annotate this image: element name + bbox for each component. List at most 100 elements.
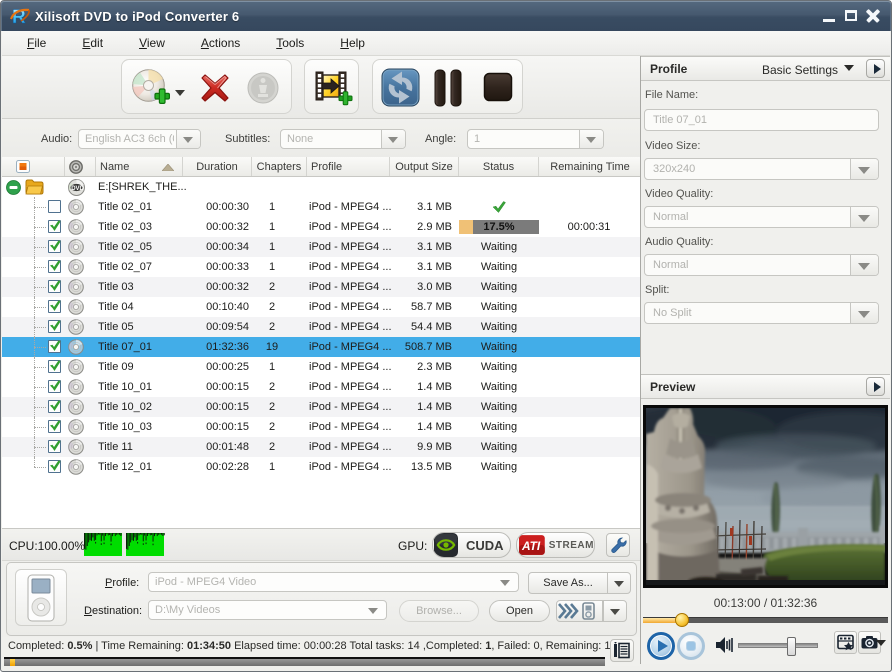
folder-icon <box>25 179 44 195</box>
transfer-dropdown-button[interactable] <box>603 600 627 622</box>
save-as-button[interactable]: Save As... <box>528 572 608 594</box>
column-header-checkbox[interactable] <box>2 157 65 176</box>
row-checkbox-checked[interactable] <box>48 380 61 393</box>
video-size-dropdown-arrow[interactable] <box>850 159 878 179</box>
row-checkbox-checked[interactable] <box>48 340 61 353</box>
device-ipod-button[interactable] <box>15 569 67 626</box>
table-row[interactable]: Title 12_0100:02:281iPod - MPEG4 ...13.5… <box>2 457 640 477</box>
snapshot-manager-button[interactable] <box>834 631 857 654</box>
snapshot-dropdown-arrow[interactable] <box>876 640 886 651</box>
add-video-button[interactable] <box>315 69 353 107</box>
destination-select[interactable]: D:\My Videos <box>148 600 387 620</box>
output-profile-dropdown-arrow[interactable] <box>494 573 518 591</box>
menu-actions[interactable]: Actions <box>191 32 250 54</box>
remove-button[interactable] <box>200 73 230 103</box>
output-profile-select[interactable]: iPod - MPEG4 Video <box>148 572 519 592</box>
row-checkbox-checked[interactable] <box>48 300 61 313</box>
column-header-disc[interactable] <box>65 157 96 176</box>
profile-preset-dropdown[interactable]: Basic Settings <box>762 63 854 77</box>
angle-select[interactable]: 1 <box>467 129 604 149</box>
menu-file[interactable]: File <box>17 32 56 54</box>
table-row[interactable]: Title 02_0700:00:331iPod - MPEG4 ...3.1 … <box>2 257 640 277</box>
ati-logo-icon: ATI <box>519 535 545 555</box>
volume-knob[interactable] <box>787 637 796 656</box>
preview-stop-button[interactable] <box>677 632 705 660</box>
cell-name: Title 09 <box>98 357 182 377</box>
row-checkbox-checked[interactable] <box>48 360 61 373</box>
audio-quality-dropdown-arrow[interactable] <box>850 255 878 275</box>
play-button[interactable] <box>647 632 675 660</box>
column-header-profile[interactable]: Profile <box>307 157 390 176</box>
preview-panel-expand-button[interactable] <box>866 377 885 396</box>
open-button[interactable]: Open <box>489 600 550 622</box>
subtitles-dropdown-arrow[interactable] <box>381 130 405 148</box>
log-button[interactable] <box>610 639 634 662</box>
volume-slider[interactable] <box>738 643 818 648</box>
subtitles-select[interactable]: None <box>280 129 406 149</box>
table-row[interactable]: Title 02_0300:00:321iPod - MPEG4 ...2.9 … <box>2 217 640 237</box>
row-checkbox-checked[interactable] <box>48 320 61 333</box>
column-header-remaining-time[interactable]: Remaining Time <box>539 157 641 176</box>
table-row[interactable]: Title 0500:09:542iPod - MPEG4 ...54.4 MB… <box>2 317 640 337</box>
row-checkbox-checked[interactable] <box>48 440 61 453</box>
row-checkbox-checked[interactable] <box>48 220 61 233</box>
add-dvd-dropdown-arrow[interactable] <box>175 90 185 101</box>
close-button[interactable] <box>866 9 881 23</box>
menu-view[interactable]: View <box>129 32 175 54</box>
save-as-dropdown-button[interactable] <box>607 572 631 594</box>
column-header-status[interactable]: Status <box>459 157 539 176</box>
table-row[interactable]: Title 10_0100:00:152iPod - MPEG4 ...1.4 … <box>2 377 640 397</box>
audio-select[interactable]: English AC3 6ch (0x8 <box>78 129 201 149</box>
column-header-chapters[interactable]: Chapters <box>252 157 307 176</box>
profile-panel-expand-button[interactable] <box>866 59 885 78</box>
convert-button[interactable] <box>381 68 420 107</box>
column-header-output-size[interactable]: Output Size <box>390 157 459 176</box>
table-row[interactable]: Title 0300:00:322iPod - MPEG4 ...3.0 MBW… <box>2 277 640 297</box>
video-quality-dropdown-arrow[interactable] <box>850 207 878 227</box>
table-row[interactable]: Title 0400:10:402iPod - MPEG4 ...58.7 MB… <box>2 297 640 317</box>
table-row[interactable]: Title 07_0101:32:3619iPod - MPEG4 ...508… <box>2 337 640 357</box>
video-size-select[interactable]: 320x240 <box>644 158 879 180</box>
row-checkbox-checked[interactable] <box>48 260 61 273</box>
maximize-button[interactable] <box>844 9 859 23</box>
table-row[interactable]: Title 02_0100:00:301iPod - MPEG4 ...3.1 … <box>2 197 640 217</box>
row-checkbox-checked[interactable] <box>48 460 61 473</box>
menu-tools[interactable]: Tools <box>266 32 314 54</box>
table-row[interactable]: Title 1100:01:482iPod - MPEG4 ...9.9 MBW… <box>2 437 640 457</box>
audio-dropdown-arrow[interactable] <box>176 130 200 148</box>
settings-wrench-button[interactable] <box>606 533 630 557</box>
row-checkbox-checked[interactable] <box>48 280 61 293</box>
column-header-duration[interactable]: Duration <box>183 157 252 176</box>
source-row[interactable]: DVDE:[SHREK_THE... <box>2 177 640 197</box>
menu-edit[interactable]: Edit <box>72 32 113 54</box>
ati-stream-toggle-button[interactable]: ATI STREAM <box>516 532 595 558</box>
column-header-name[interactable]: Name <box>96 157 183 176</box>
destination-dropdown-arrow[interactable] <box>362 601 386 619</box>
angle-dropdown-arrow[interactable] <box>579 130 603 148</box>
table-row[interactable]: Title 0900:00:251iPod - MPEG4 ...2.3 MBW… <box>2 357 640 377</box>
seek-bar-knob[interactable] <box>675 613 689 627</box>
seek-bar[interactable] <box>643 617 888 623</box>
file-name-input[interactable]: Title 07_01 <box>644 109 879 131</box>
cell-remaining-time <box>539 457 639 477</box>
stop-button[interactable] <box>483 72 513 102</box>
video-quality-select[interactable]: Normal <box>644 206 879 228</box>
row-checkbox[interactable] <box>48 200 61 213</box>
menu-help[interactable]: Help <box>330 32 375 54</box>
pause-button[interactable] <box>433 68 463 108</box>
title-list-header: Name Duration Chapters Profile Output Si… <box>2 157 640 177</box>
table-row[interactable]: Title 10_0300:00:152iPod - MPEG4 ...1.4 … <box>2 417 640 437</box>
split-select[interactable]: No Split <box>644 302 879 324</box>
table-row[interactable]: Title 02_0500:00:341iPod - MPEG4 ...3.1 … <box>2 237 640 257</box>
row-checkbox-checked[interactable] <box>48 240 61 253</box>
row-checkbox-checked[interactable] <box>48 420 61 433</box>
add-dvd-button[interactable] <box>132 69 170 107</box>
row-checkbox-checked[interactable] <box>48 400 61 413</box>
cuda-toggle-button[interactable]: CUDA <box>432 532 511 558</box>
split-dropdown-arrow[interactable] <box>850 303 878 323</box>
collapse-icon[interactable] <box>6 180 21 195</box>
audio-quality-select[interactable]: Normal <box>644 254 879 276</box>
minimize-button[interactable] <box>822 9 837 23</box>
transfer-to-device-button[interactable] <box>556 600 603 622</box>
table-row[interactable]: Title 10_0200:00:152iPod - MPEG4 ...1.4 … <box>2 397 640 417</box>
